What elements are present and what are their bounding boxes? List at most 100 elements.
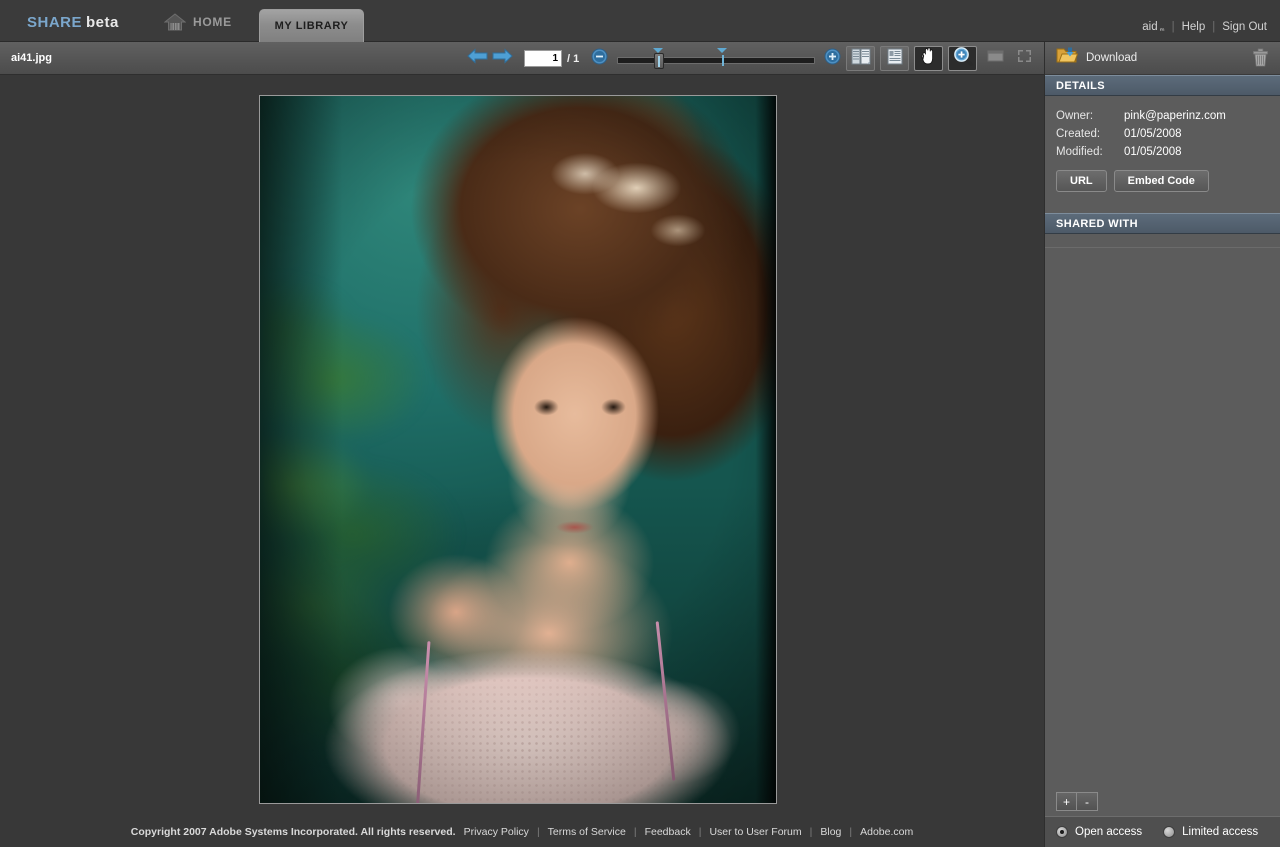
radio-limited-access[interactable] (1163, 826, 1176, 838)
detail-key: Owner: (1056, 110, 1094, 122)
separator: | (809, 825, 813, 838)
zoom-out-button[interactable] (591, 48, 608, 70)
zoom-slider-handle[interactable] (654, 52, 665, 69)
document-viewer[interactable] (0, 75, 1044, 816)
shared-with-section-header: SHARED WITH (1045, 213, 1280, 234)
right-sidebar: Download DETAILS Owner: pink@paperinz.co… (1044, 42, 1280, 847)
single-page-view-icon (886, 48, 904, 70)
hand-tool-icon (919, 46, 938, 71)
single-page-view-button[interactable] (880, 46, 910, 71)
page-footer: Copyright 2007 Adobe Systems Incorporate… (0, 816, 1044, 847)
open-access-option[interactable]: Open access (1056, 826, 1142, 838)
detail-row-created: Created: 01/05/2008 (1045, 125, 1280, 143)
detail-key: Modified: (1056, 146, 1103, 158)
account-name[interactable]: aid ₘ (1142, 21, 1164, 33)
magnify-tool-button[interactable] (948, 46, 978, 71)
shared-with-heading: SHARED WITH (1056, 217, 1139, 230)
nav-item-home[interactable]: HOME (164, 10, 232, 34)
sidebar-header: Download (1045, 42, 1280, 75)
brand-logo: SHARE beta (27, 14, 119, 31)
account-links: aid ₘ | Help | Sign Out (1142, 21, 1267, 33)
details-heading: DETAILS (1056, 79, 1106, 92)
detail-value: 01/05/2008 (1124, 146, 1182, 158)
footer-link-privacy-policy[interactable]: Privacy Policy (464, 826, 529, 838)
separator: | (1212, 21, 1216, 33)
zoom-marker-icon (653, 47, 664, 53)
details-section-header: DETAILS (1045, 75, 1280, 96)
zoom-slider[interactable] (617, 47, 816, 69)
fullscreen-button[interactable] (1013, 48, 1035, 70)
account-badge-icon: ₘ (1159, 24, 1165, 33)
footer-link-terms-of-service[interactable]: Terms of Service (548, 826, 626, 838)
footer-link-blog[interactable]: Blog (820, 826, 841, 838)
document-toolbar: ai41.jpg 1 / 1 (0, 42, 1044, 75)
page-number-input[interactable]: 1 (524, 50, 562, 67)
detail-actions: URL Embed Code (1045, 161, 1280, 203)
shared-with-tools: + - (1056, 792, 1098, 811)
zoom-slider-tick (722, 54, 725, 66)
footer-link-user-to-user-forum[interactable]: User to User Forum (709, 826, 801, 838)
document-page-image[interactable] (259, 95, 777, 804)
two-page-view-button[interactable] (846, 46, 876, 71)
separator: | (849, 825, 853, 838)
page-total-label: / 1 (567, 52, 580, 65)
remove-share-button[interactable]: - (1077, 792, 1098, 811)
delete-button[interactable] (1252, 48, 1269, 73)
toolbar-controls: 1 / 1 (466, 42, 1035, 75)
trash-icon (1252, 48, 1269, 72)
open-access-label: Open access (1075, 826, 1143, 838)
shared-with-list[interactable] (1045, 247, 1280, 791)
photo-edge-shadow (260, 96, 776, 803)
url-button[interactable]: URL (1056, 170, 1107, 192)
copyright-text: Copyright 2007 Adobe Systems Incorporate… (130, 825, 456, 838)
next-page-button[interactable] (490, 47, 514, 71)
details-body: Owner: pink@paperinz.com Created: 01/05/… (1045, 96, 1280, 213)
footer-links: Privacy Policy | Terms of Service | Feed… (464, 826, 914, 838)
separator: | (536, 825, 540, 838)
tab-my-library[interactable]: MY LIBRARY (259, 9, 364, 42)
access-control-bar: Open access Limited access (1045, 816, 1280, 847)
brand-name: SHARE (27, 14, 83, 31)
download-folder-icon (1056, 46, 1079, 70)
sign-out-link[interactable]: Sign Out (1222, 21, 1267, 33)
house-icon (164, 12, 186, 32)
footer-link-adobe-com[interactable]: Adobe.com (860, 826, 913, 838)
detail-key: Created: (1056, 128, 1101, 140)
magnify-tool-icon (953, 46, 973, 71)
detail-value: pink@paperinz.com (1124, 110, 1226, 122)
window-mode-icon (987, 49, 1004, 68)
download-label: Download (1086, 52, 1138, 64)
embed-code-button[interactable]: Embed Code (1113, 170, 1209, 192)
tab-my-library-label: MY LIBRARY (274, 20, 349, 32)
top-navigation-bar: SHARE beta HOME MY LIBRARY aid ₘ | Help |… (0, 0, 1280, 42)
zoom-in-button[interactable] (824, 48, 841, 70)
footer-link-feedback[interactable]: Feedback (645, 826, 691, 838)
limited-access-label: Limited access (1182, 826, 1259, 838)
zoom-out-circle-icon (591, 48, 608, 70)
account-name-label: aid (1142, 21, 1158, 33)
download-button[interactable]: Download (1056, 46, 1137, 70)
two-page-view-icon (851, 48, 871, 70)
detail-value: 01/05/2008 (1124, 128, 1182, 140)
previous-page-button[interactable] (466, 47, 490, 71)
separator: | (1171, 21, 1175, 33)
separator: | (698, 825, 702, 838)
detail-row-modified: Modified: 01/05/2008 (1045, 143, 1280, 161)
radio-open-access[interactable] (1056, 826, 1068, 838)
detail-row-owner: Owner: pink@paperinz.com (1045, 107, 1280, 125)
add-share-button[interactable]: + (1056, 792, 1077, 811)
arrow-left-icon (467, 47, 489, 70)
fullscreen-icon (1017, 49, 1032, 68)
zoom-in-circle-icon (824, 48, 841, 70)
hand-tool-button[interactable] (914, 46, 944, 71)
file-name-label: ai41.jpg (11, 52, 52, 64)
brand-beta-tag: beta (86, 14, 119, 31)
separator: | (633, 825, 637, 838)
zoom-marker-icon (717, 47, 728, 53)
arrow-right-icon (491, 47, 513, 70)
help-link[interactable]: Help (1182, 21, 1206, 33)
nav-item-home-label: HOME (193, 15, 232, 29)
limited-access-option[interactable]: Limited access (1163, 826, 1258, 838)
zoom-slider-track[interactable] (617, 56, 816, 64)
window-mode-button[interactable] (984, 48, 1006, 70)
